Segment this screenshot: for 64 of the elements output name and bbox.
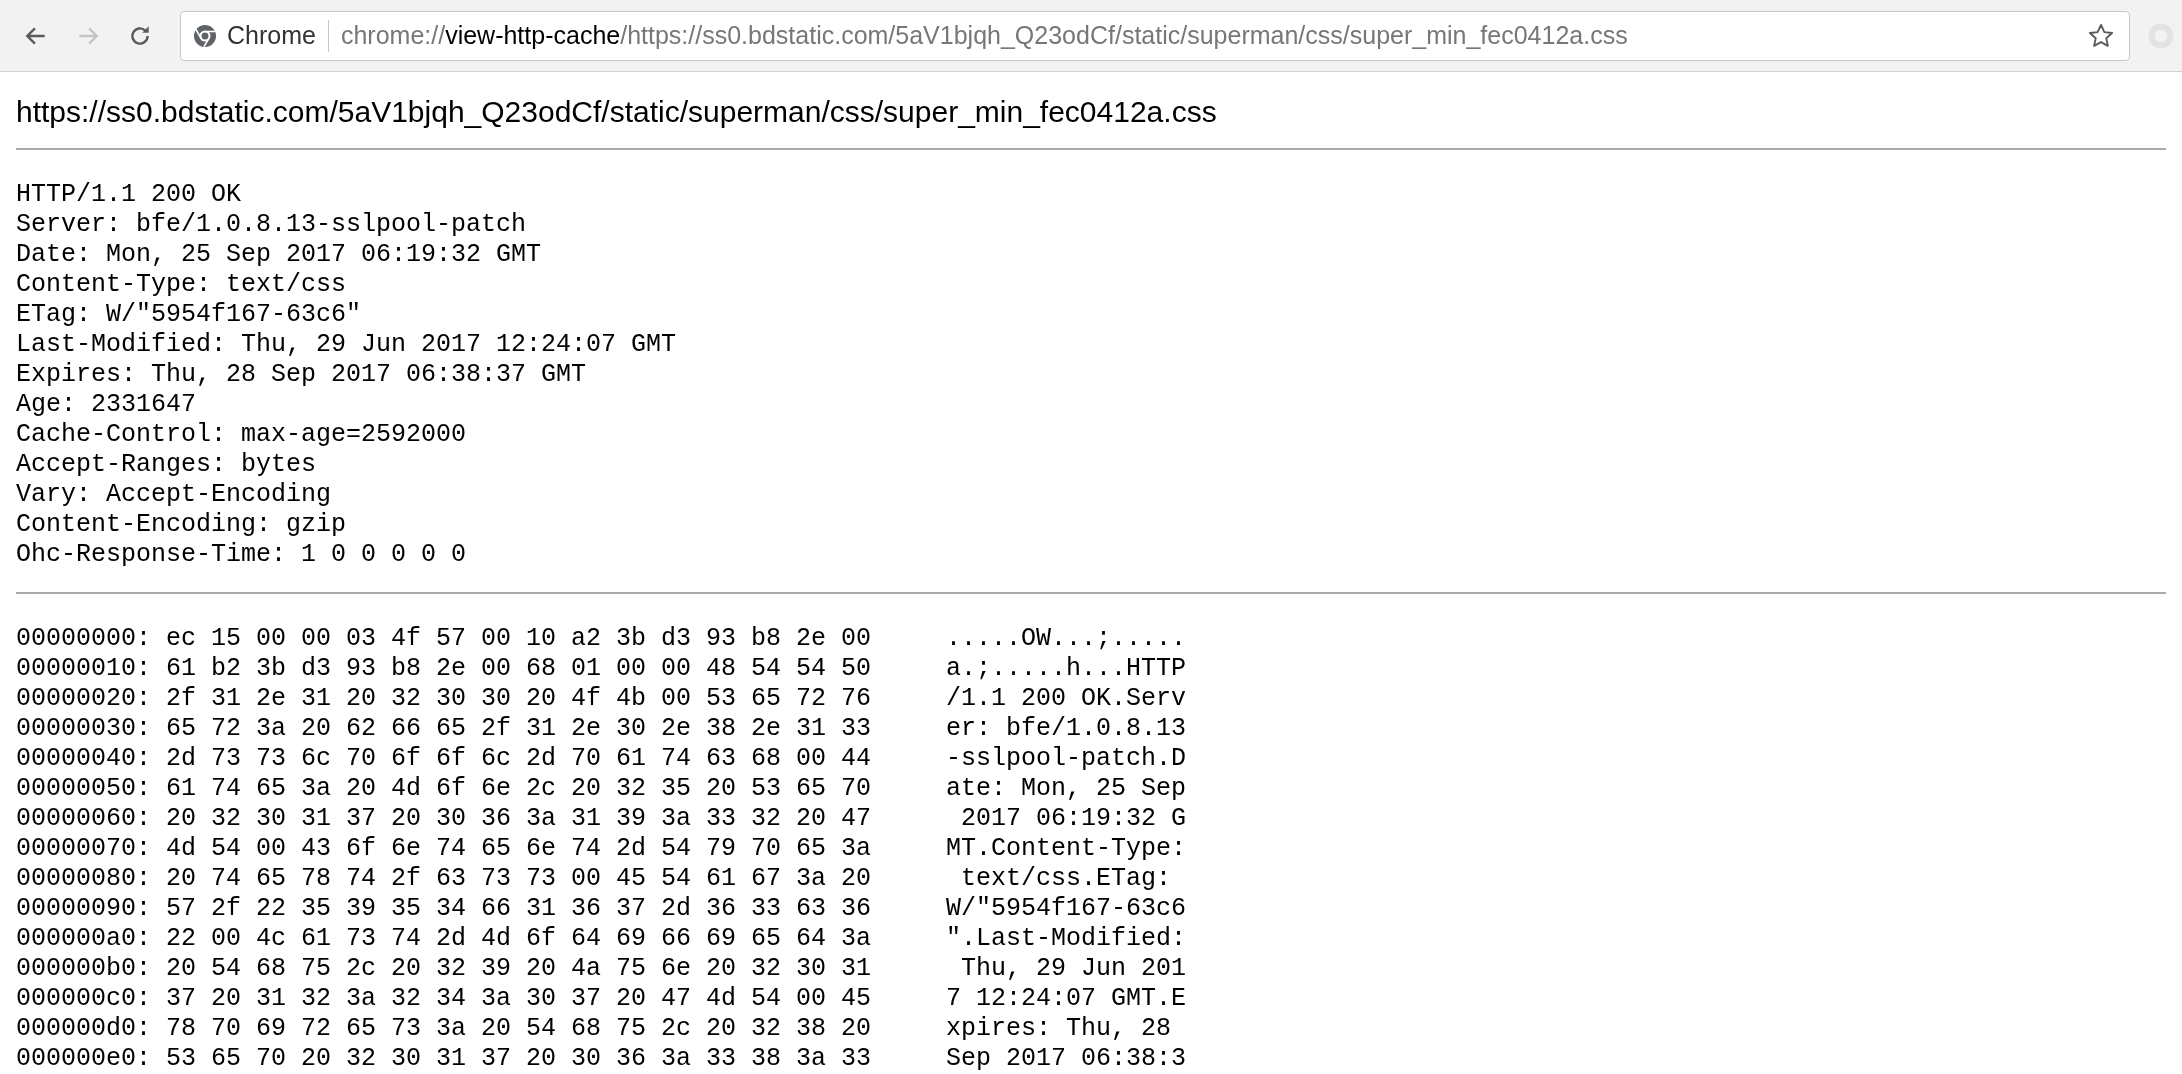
hex-offset: 00000010: [16, 654, 153, 684]
header-line: Expires: Thu, 28 Sep 2017 06:38:37 GMT [16, 360, 587, 390]
address-text: chrome://view-http-cache/https://ss0.bdstatic.com/5aV1bjqh_Q23odCf/static/superman/css/super_min_fec0412a.css [340, 19, 1628, 51]
hex-bytes: 57 2f 22 35 39 35 34 66 31 36 37 2d 36 33 63 36 [166, 894, 873, 924]
ascii-text: 2017 06:19:32 G [960, 804, 1187, 834]
hex-bytes: 20 74 65 78 74 2f 63 73 73 00 45 54 61 67 3a 20 [166, 864, 873, 894]
ascii-text: ".Last-Modified: [946, 924, 1187, 954]
ascii-text: Thu, 29 Jun 201 [960, 954, 1187, 984]
hex-offset: 00000090: [16, 894, 153, 924]
header-line: Last-Modified: Thu, 29 Jun 2017 12:24:07 GMT [16, 330, 677, 360]
ascii-text: MT.Content-Type: [946, 834, 1187, 864]
hex-bytes: 53 65 70 20 32 30 31 37 20 30 36 3a 33 38 3a 33 [166, 1044, 873, 1074]
hex-bytes: 2d 73 73 6c 70 6f 6f 6c 2d 70 61 74 63 68 00 44 [166, 744, 873, 774]
hex-bytes: 61 74 65 3a 20 4d 6f 6e 2c 20 32 35 20 53 65 70 [166, 774, 873, 804]
header-line: Date: Mon, 25 Sep 2017 06:19:32 GMT [16, 240, 542, 270]
ascii-text: a.;.....h...HTTP [946, 654, 1187, 684]
hex-bytes: 20 54 68 75 2c 20 32 39 20 4a 75 6e 20 32 30 31 [166, 954, 873, 984]
hex-bytes: 65 72 3a 20 62 66 65 2f 31 2e 30 2e 38 2e 31 33 [166, 714, 873, 744]
header-line: Accept-Ranges: bytes [16, 450, 317, 480]
hex-bytes: 61 b2 3b d3 93 b8 2e 00 68 01 00 00 48 54 54 50 [166, 654, 873, 684]
header-line: Content-Type: text/css [16, 270, 347, 300]
hex-bytes: 37 20 31 32 3a 32 34 3a 30 37 20 47 4d 54 00 45 [166, 984, 873, 1014]
hex-bytes: 2f 31 2e 31 20 32 30 30 20 4f 4b 00 53 65 72 76 [166, 684, 873, 714]
hex-offset: 00000060: [16, 804, 153, 834]
ascii-text: -sslpool-patch.D [946, 744, 1187, 774]
bookmark-star-icon[interactable] [2087, 21, 2115, 50]
ascii-text: ate: Mon, 25 Sep [946, 774, 1187, 804]
header-line: Age: 2331647 [16, 390, 197, 420]
ascii-text: .....OW...;..... [946, 624, 1187, 654]
ascii-text: Sep 2017 06:38:3 [946, 1044, 1187, 1074]
header-line: ETag: W/"5954f167-63c6" [16, 300, 362, 330]
hex-offset: 000000b0: [16, 954, 153, 984]
ascii-text: text/css.ETag: [960, 864, 1173, 894]
header-line: Ohc-Response-Time: 1 0 0 0 0 0 [16, 540, 467, 570]
hex-bytes: 4d 54 00 43 6f 6e 74 65 6e 74 2d 54 79 70 65 3a [166, 834, 873, 864]
ascii-text: xpires: Thu, 28 [946, 1014, 1173, 1044]
hex-offset: 00000070: [16, 834, 153, 864]
hex-offset: 000000c0: [16, 984, 153, 1014]
header-line: Content-Encoding: gzip [16, 510, 347, 540]
ascii-text: er: bfe/1.0.8.13 [946, 714, 1187, 744]
header-line: HTTP/1.1 200 OK [16, 180, 242, 210]
hex-bytes: ec 15 00 00 03 4f 57 00 10 a2 3b d3 93 b8 2e 00 [166, 624, 873, 654]
site-chip-label: Chrome [227, 19, 316, 51]
hex-offset: 00000040: [16, 744, 153, 774]
ascii-text: 7 12:24:07 GMT.E [946, 984, 1187, 1014]
hex-offset: 000000e0: [16, 1044, 153, 1074]
header-line: Server: bfe/1.0.8.13-sslpool-patch [16, 210, 527, 240]
hex-offset: 00000000: [16, 624, 153, 654]
header-line: Vary: Accept-Encoding [16, 480, 332, 510]
hex-offset: 00000050: [16, 774, 153, 804]
hex-bytes: 20 32 30 31 37 20 30 36 3a 31 39 3a 33 32 20 47 [166, 804, 873, 834]
hex-bytes: 78 70 69 72 65 73 3a 20 54 68 75 2c 20 32 38 20 [166, 1014, 873, 1044]
hex-offset: 000000d0: [16, 1014, 153, 1044]
page-url-heading: https://ss0.bdstatic.com/5aV1bjqh_Q23odCf/static/superman/css/super_min_fec0412a.css [16, 94, 1218, 130]
header-line: Cache-Control: max-age=2592000 [16, 420, 467, 450]
hex-offset: 00000030: [16, 714, 153, 744]
ascii-text: W/"5954f167-63c6 [946, 894, 1187, 924]
hex-offset: 00000080: [16, 864, 153, 894]
hex-bytes: 22 00 4c 61 73 74 2d 4d 6f 64 69 66 69 65 64 3a [166, 924, 873, 954]
address-bar[interactable]: Chrome chrome://view-http-cache/https://ss0.bdstatic.com/5aV1bjqh_Q23odCf/static/superman/css/super_min_fec0412a.css [180, 10, 2130, 61]
chrome-logo-icon [193, 23, 217, 48]
ascii-text: /1.1 200 OK.Serv [946, 684, 1187, 714]
hex-offset: 000000a0: [16, 924, 153, 954]
hex-offset: 00000020: [16, 684, 153, 714]
